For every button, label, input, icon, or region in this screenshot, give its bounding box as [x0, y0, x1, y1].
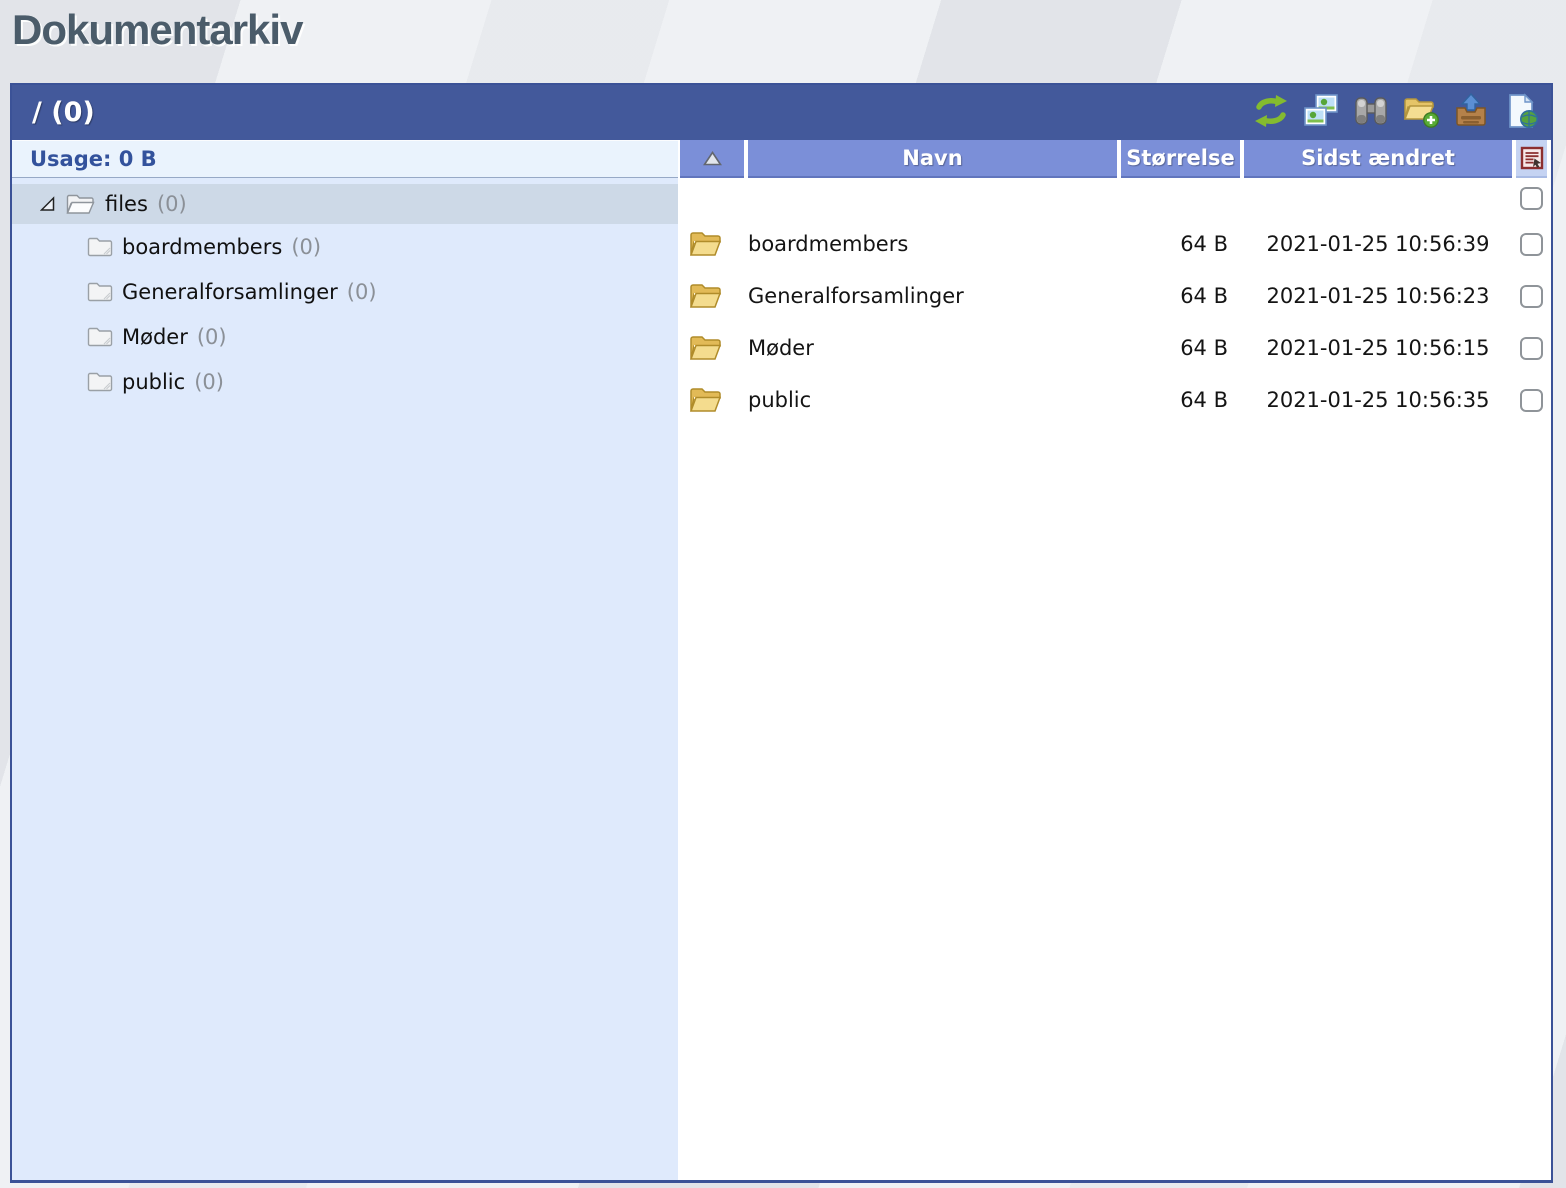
file-list-panel: Navn Størrelse Sidst ændret — [678, 140, 1551, 1180]
page-title: Dokumentarkiv — [12, 6, 302, 54]
column-header-size[interactable]: Størrelse — [1121, 140, 1240, 178]
upload-button[interactable] — [1452, 94, 1489, 131]
table-header: Navn Størrelse Sidst ændret — [678, 140, 1551, 178]
file-row-public[interactable]: public 64 B 2021-01-25 10:56:35 — [678, 374, 1551, 426]
tree-item-label: files — [105, 192, 148, 216]
tree-item-boardmembers[interactable]: boardmembers (0) — [12, 224, 678, 269]
row-checkbox[interactable] — [1520, 337, 1543, 360]
content: Usage: 0 B files — [12, 140, 1551, 1180]
file-row-boardmembers[interactable]: boardmembers 64 B 2021-01-25 10:56:39 — [678, 218, 1551, 270]
file-row-moeder[interactable]: Møder 64 B 2021-01-25 10:56:15 — [678, 322, 1551, 374]
search-button[interactable] — [1352, 94, 1389, 131]
tree-item-count: (0) — [194, 370, 224, 394]
file-size: 64 B — [1121, 232, 1240, 256]
column-header-name[interactable]: Navn — [748, 140, 1117, 178]
tree-item-label: boardmembers — [122, 235, 282, 259]
file-size: 64 B — [1121, 284, 1240, 308]
tree-item-generalforsamlinger[interactable]: Generalforsamlinger (0) — [12, 269, 678, 314]
tree-item-count: (0) — [347, 280, 377, 304]
current-path: / (0) — [32, 97, 95, 128]
file-rows: boardmembers 64 B 2021-01-25 10:56:39 — [678, 218, 1551, 426]
thumbnails-icon — [1303, 93, 1339, 132]
file-modified: 2021-01-25 10:56:39 — [1244, 232, 1512, 256]
select-all-checkbox[interactable] — [1520, 187, 1543, 210]
folder-icon — [87, 326, 113, 347]
folder-tree: files (0) boardmembers (0) — [12, 178, 678, 404]
usage-bar: Usage: 0 B — [12, 140, 678, 178]
column-settings-button[interactable] — [1516, 140, 1547, 178]
sort-triangle-icon — [703, 151, 722, 166]
file-name: Møder — [748, 336, 1117, 360]
row-checkbox[interactable] — [1520, 285, 1543, 308]
folder-icon — [87, 371, 113, 392]
tree-item-public[interactable]: public (0) — [12, 359, 678, 404]
toolbar — [1252, 94, 1539, 131]
column-header-modified[interactable]: Sidst ændret — [1244, 140, 1512, 178]
tree-item-count: (0) — [197, 325, 227, 349]
open-folder-yellow-icon — [688, 282, 723, 310]
usage-label: Usage: 0 B — [30, 147, 157, 171]
refresh-icon — [1253, 93, 1289, 132]
binoculars-search-icon — [1353, 93, 1389, 132]
open-folder-yellow-icon — [688, 230, 723, 258]
folder-icon — [87, 281, 113, 302]
upload-icon — [1453, 93, 1489, 132]
file-modified: 2021-01-25 10:56:23 — [1244, 284, 1512, 308]
file-modified: 2021-01-25 10:56:35 — [1244, 388, 1512, 412]
folder-tree-panel: Usage: 0 B files — [12, 140, 678, 1180]
publish-button[interactable] — [1502, 94, 1539, 131]
tree-item-label: public — [122, 370, 185, 394]
row-checkbox[interactable] — [1520, 233, 1543, 256]
new-folder-icon — [1402, 93, 1439, 132]
titlebar: / (0) — [12, 85, 1551, 140]
row-checkbox[interactable] — [1520, 389, 1543, 412]
refresh-button[interactable] — [1252, 94, 1289, 131]
file-size: 64 B — [1121, 388, 1240, 412]
file-modified: 2021-01-25 10:56:15 — [1244, 336, 1512, 360]
select-all-row — [678, 178, 1551, 218]
file-name: boardmembers — [748, 232, 1117, 256]
open-folder-yellow-icon — [688, 334, 723, 362]
tree-item-label: Generalforsamlinger — [122, 280, 338, 304]
tree-item-moeder[interactable]: Møder (0) — [12, 314, 678, 359]
new-folder-button[interactable] — [1402, 94, 1439, 131]
document-globe-icon — [1503, 93, 1539, 132]
open-folder-icon — [65, 193, 96, 216]
tree-item-count: (0) — [291, 235, 321, 259]
tree-item-files[interactable]: files (0) — [12, 184, 678, 224]
file-manager: / (0) — [10, 83, 1553, 1183]
file-size: 64 B — [1121, 336, 1240, 360]
file-name: Generalforsamlinger — [748, 284, 1117, 308]
expander-triangle-icon[interactable] — [40, 196, 56, 212]
file-row-generalforsamlinger[interactable]: Generalforsamlinger 64 B 2021-01-25 10:5… — [678, 270, 1551, 322]
folder-icon — [87, 236, 113, 257]
open-folder-yellow-icon — [688, 386, 723, 414]
tree-item-label: Møder — [122, 325, 188, 349]
thumbnails-button[interactable] — [1302, 94, 1339, 131]
tree-item-count: (0) — [157, 192, 187, 216]
column-selection-icon — [1520, 146, 1544, 170]
sort-direction-header[interactable] — [680, 140, 744, 178]
file-name: public — [748, 388, 1117, 412]
